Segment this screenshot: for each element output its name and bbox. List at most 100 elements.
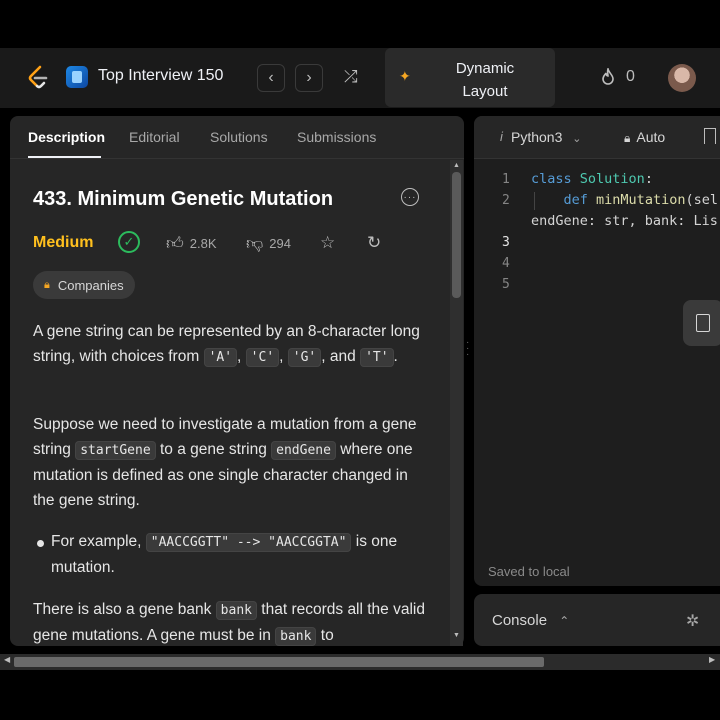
dynamic-layout-button[interactable]: ✦ Dynamic Layout (385, 48, 555, 107)
next-problem-button[interactable]: › (295, 64, 323, 92)
code-snippet: startGene (75, 441, 156, 460)
description-paragraph-3: There is also a gene bank bank that reco… (33, 597, 433, 646)
code-function-name: minMutation (596, 192, 686, 208)
document-icon (696, 314, 710, 332)
code-snippet: bank (215, 601, 257, 620)
more-options-icon[interactable]: ··· (401, 188, 419, 206)
difficulty-badge: Medium (33, 234, 94, 251)
study-plan-title[interactable]: Top Interview 150 (98, 67, 223, 85)
solved-check-icon: ✓ (118, 231, 140, 253)
lock-icon: 🔒︎ (624, 131, 631, 145)
code-line-2-wrap[interactable]: endGene: str, bank: Lis (531, 213, 718, 229)
code-snippet: bank (275, 627, 317, 646)
language-select[interactable]: Python3 ⌄ (511, 129, 581, 145)
dislike-button[interactable]: 👎︎ 294 (246, 233, 291, 254)
editor-toolbar: i Python3 ⌄ 🔒︎ Auto (474, 116, 720, 159)
dynamic-layout-label-1: Dynamic (455, 60, 515, 77)
leetcode-logo-icon[interactable] (26, 65, 50, 91)
sparkle-icon: ✦ (399, 68, 411, 84)
share-icon: ↻ (367, 233, 382, 252)
problem-title[interactable]: 433. Minimum Genetic Mutation (33, 188, 433, 211)
info-icon: i (500, 129, 503, 144)
problem-meta: Medium ✓ 👍︎ 2.8K 👎︎ 294 ☆ ↻ (33, 231, 433, 255)
tab-description[interactable]: Description (28, 129, 105, 145)
code-snippet: endGene (271, 441, 336, 460)
text: , and (321, 348, 356, 365)
description-bullet: For example, "AACCGGTT" --> "AACCGGTA" i… (51, 529, 421, 580)
study-plan-icon[interactable] (66, 66, 88, 88)
scroll-left-icon[interactable]: ◀ (4, 655, 10, 664)
line-number: 3 (502, 235, 510, 250)
code-keyword: def (563, 192, 588, 208)
debug-bug-icon[interactable]: ✲ (686, 611, 699, 631)
companies-label: Companies (57, 277, 124, 293)
notes-button[interactable] (683, 300, 720, 346)
code-snippet: 'G' (287, 348, 322, 367)
text: There is also a gene bank (33, 601, 216, 618)
description-panel: Description Editorial Solutions Submissi… (10, 116, 464, 646)
streak-counter[interactable]: 0 (600, 68, 635, 86)
share-button[interactable]: ↻ (367, 233, 381, 253)
code-line-1[interactable]: class Solution: (531, 171, 653, 187)
code-keyword: class (531, 171, 572, 187)
active-tab-indicator (28, 156, 101, 158)
tab-solutions[interactable]: Solutions (210, 129, 268, 145)
description-scroll-thumb[interactable] (452, 172, 461, 298)
auto-mode-toggle[interactable]: 🔒︎ Auto (624, 129, 665, 146)
code-snippet: 'T' (360, 348, 394, 367)
console-toggle[interactable]: Console ⌃ (492, 612, 569, 629)
save-status: Saved to local (488, 564, 570, 579)
bookmark-icon[interactable] (704, 128, 716, 144)
scroll-up-icon[interactable]: ▲ (453, 162, 460, 169)
line-number: 5 (502, 277, 510, 292)
auto-label: Auto (636, 129, 666, 145)
console-label: Console (492, 612, 548, 629)
chevron-right-icon: › (306, 69, 312, 86)
description-paragraph-1: A gene string can be represented by an 8… (33, 323, 420, 367)
language-label: Python3 (511, 129, 563, 145)
panel-resize-handle[interactable]: · · · (466, 338, 470, 360)
console-bar[interactable]: Console ⌃ ✲ (474, 594, 720, 646)
line-number: 4 (502, 256, 510, 271)
code-class-name: Solution (579, 171, 645, 187)
dislike-count: 294 (269, 236, 291, 251)
code-snippet: 'C' (245, 348, 280, 367)
like-count: 2.8K (189, 236, 217, 251)
code-snippet: "AACCGGTT" --> "AACCGGTA" (145, 533, 352, 552)
like-button[interactable]: 👍︎ 2.8K (166, 233, 217, 254)
thumbs-down-icon: 👎︎ (246, 234, 264, 253)
favorite-button[interactable]: ☆ (320, 233, 335, 253)
top-navbar: Top Interview 150 ‹ › ⤮ ✦ Dynamic Layout… (0, 48, 720, 108)
tab-editorial[interactable]: Editorial (129, 129, 180, 145)
text: For example, (51, 533, 146, 550)
text: to (316, 627, 334, 644)
lock-icon: 🔒︎ (44, 278, 50, 291)
horizontal-scroll-thumb[interactable] (14, 657, 544, 667)
bullet-dot (37, 540, 44, 547)
line-number: 1 (502, 172, 510, 187)
scroll-right-icon[interactable]: ▶ (709, 655, 715, 664)
prev-problem-button[interactable]: ‹ (257, 64, 285, 92)
scroll-down-icon[interactable]: ▼ (453, 632, 460, 639)
code-args: (sel (685, 192, 718, 208)
streak-count: 0 (626, 68, 635, 85)
fire-icon (602, 68, 614, 85)
tab-submissions[interactable]: Submissions (297, 129, 376, 145)
shuffle-icon[interactable]: ⤮ (344, 67, 358, 87)
code-editor-panel: i Python3 ⌄ 🔒︎ Auto 1 2 3 4 5 class Solut… (474, 116, 720, 586)
code-snippet: 'A' (203, 348, 238, 367)
code-punct: : (644, 171, 653, 187)
code-args: endGene: str, bank: Lis (531, 213, 718, 229)
thumbs-up-icon: 👍︎ (166, 234, 184, 253)
dynamic-layout-label-2: Layout (462, 83, 508, 100)
description-paragraph-2: Suppose we need to investigate a mutatio… (33, 412, 433, 513)
panel-tabs: Description Editorial Solutions Submissi… (10, 116, 464, 159)
chevron-left-icon: ‹ (268, 69, 274, 86)
star-icon: ☆ (320, 233, 336, 252)
code-line-2[interactable]: def minMutation(sel (531, 192, 718, 208)
companies-tag[interactable]: 🔒︎ Companies (33, 271, 135, 299)
text: to a gene string (155, 441, 272, 458)
avatar[interactable] (668, 64, 696, 92)
chevron-down-icon: ⌄ (572, 133, 582, 145)
chevron-up-icon: ⌃ (559, 614, 570, 628)
